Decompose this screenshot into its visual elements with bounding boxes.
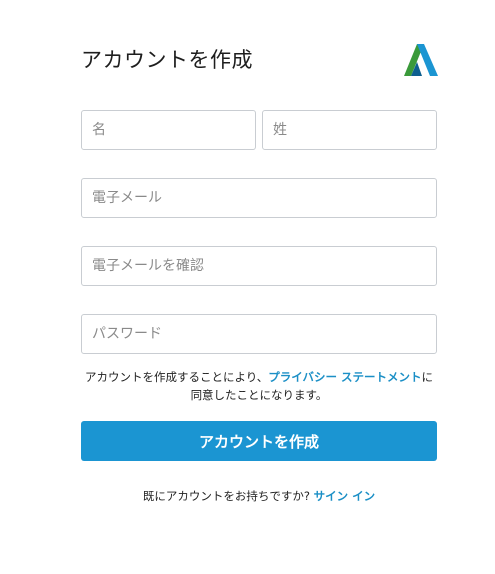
signin-text: 既にアカウントをお持ちですか? [142, 489, 314, 503]
email-confirm-field[interactable] [81, 246, 437, 286]
page-title: アカウントを作成 [81, 48, 253, 72]
given-name-field[interactable] [81, 110, 256, 150]
password-field[interactable] [81, 314, 437, 354]
family-name-field[interactable] [262, 110, 437, 150]
create-account-page: アカウントを作成 アカウントを作成することにより、プライバシー ステートメントに… [0, 0, 495, 574]
signin-prompt: 既にアカウントをお持ちですか? サイン イン [81, 488, 437, 504]
email-field[interactable] [81, 178, 437, 218]
create-account-button[interactable]: アカウントを作成 [81, 421, 437, 461]
privacy-statement-link[interactable]: プライバシー ステートメント [268, 370, 421, 384]
terms-prefix: アカウントを作成することにより、 [84, 370, 269, 384]
sign-in-link[interactable]: サイン イン [314, 489, 376, 503]
terms-notice: アカウントを作成することにより、プライバシー ステートメントに同意したことになり… [81, 368, 437, 404]
autodesk-logo-icon [404, 44, 438, 76]
